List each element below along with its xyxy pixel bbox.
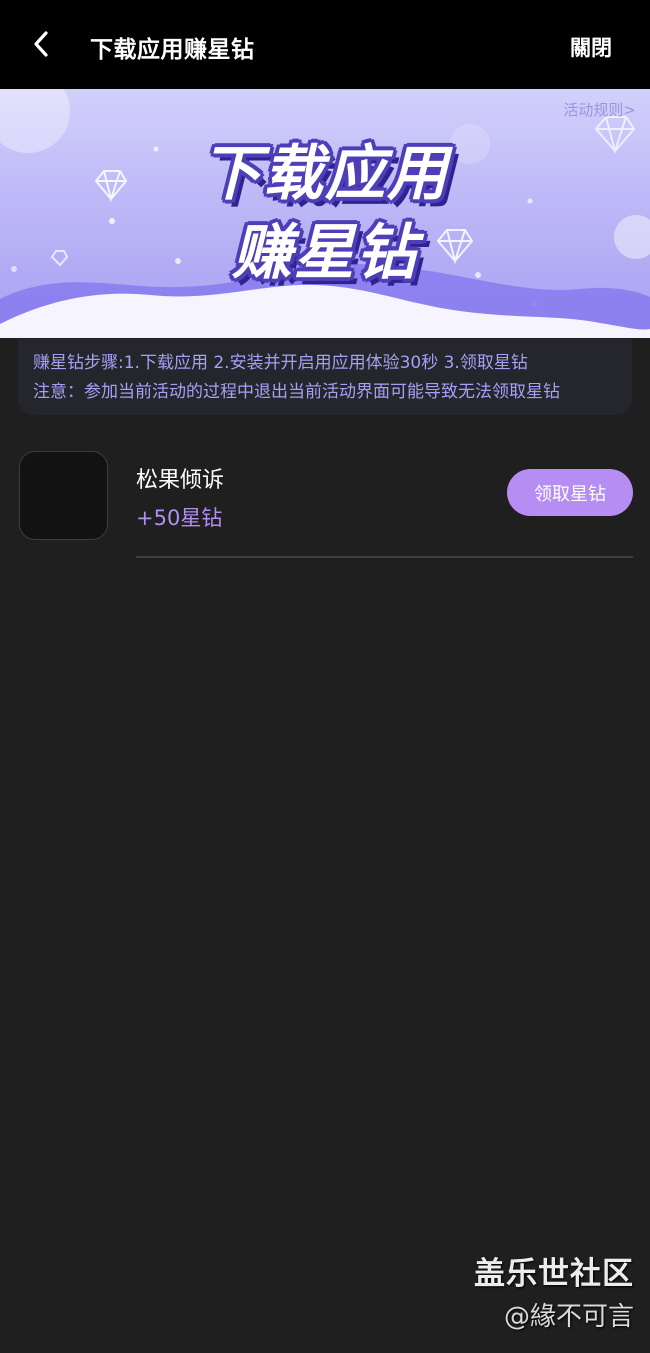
banner-title-line2: 赚星钻	[232, 218, 418, 288]
claim-button[interactable]: 领取星钻	[507, 469, 633, 516]
divider	[136, 556, 633, 558]
rules-link[interactable]: 活动规则>	[563, 99, 636, 120]
app-icon[interactable]	[19, 451, 108, 540]
promo-banner: 活动规则> 下载应用 赚星钻	[0, 89, 650, 338]
app-reward: +50星钻	[136, 506, 223, 530]
notice-text: 注意：参加当前活动的过程中退出当前活动界面可能导致无法领取星钻	[33, 382, 560, 402]
page-title: 下载应用赚星钻	[90, 37, 255, 63]
top-bar: 下载应用赚星钻 關閉	[0, 0, 650, 89]
close-button[interactable]: 關閉	[570, 32, 612, 62]
watermark-user: @緣不可言	[503, 1302, 634, 1332]
instructions-box: 赚星钻步骤:1.下载应用 2.安装并开启用应用体验30秒 3.领取星钻 注意：参…	[18, 339, 632, 415]
watermark-title: 盖乐世社区	[474, 1256, 634, 1292]
back-button[interactable]	[22, 24, 62, 64]
page: 下载应用赚星钻 關閉 活动规则> 下载应用 赚星钻 赚星钻步骤:1.下载应用 2…	[0, 0, 650, 1353]
banner-title-line1: 下载应用	[201, 139, 449, 209]
list-item: 松果倾诉 +50星钻 领取星钻	[0, 450, 650, 560]
steps-text: 赚星钻步骤:1.下载应用 2.安装并开启用应用体验30秒 3.领取星钻	[33, 353, 528, 373]
chevron-left-icon	[34, 31, 48, 57]
app-name: 松果倾诉	[136, 468, 225, 493]
